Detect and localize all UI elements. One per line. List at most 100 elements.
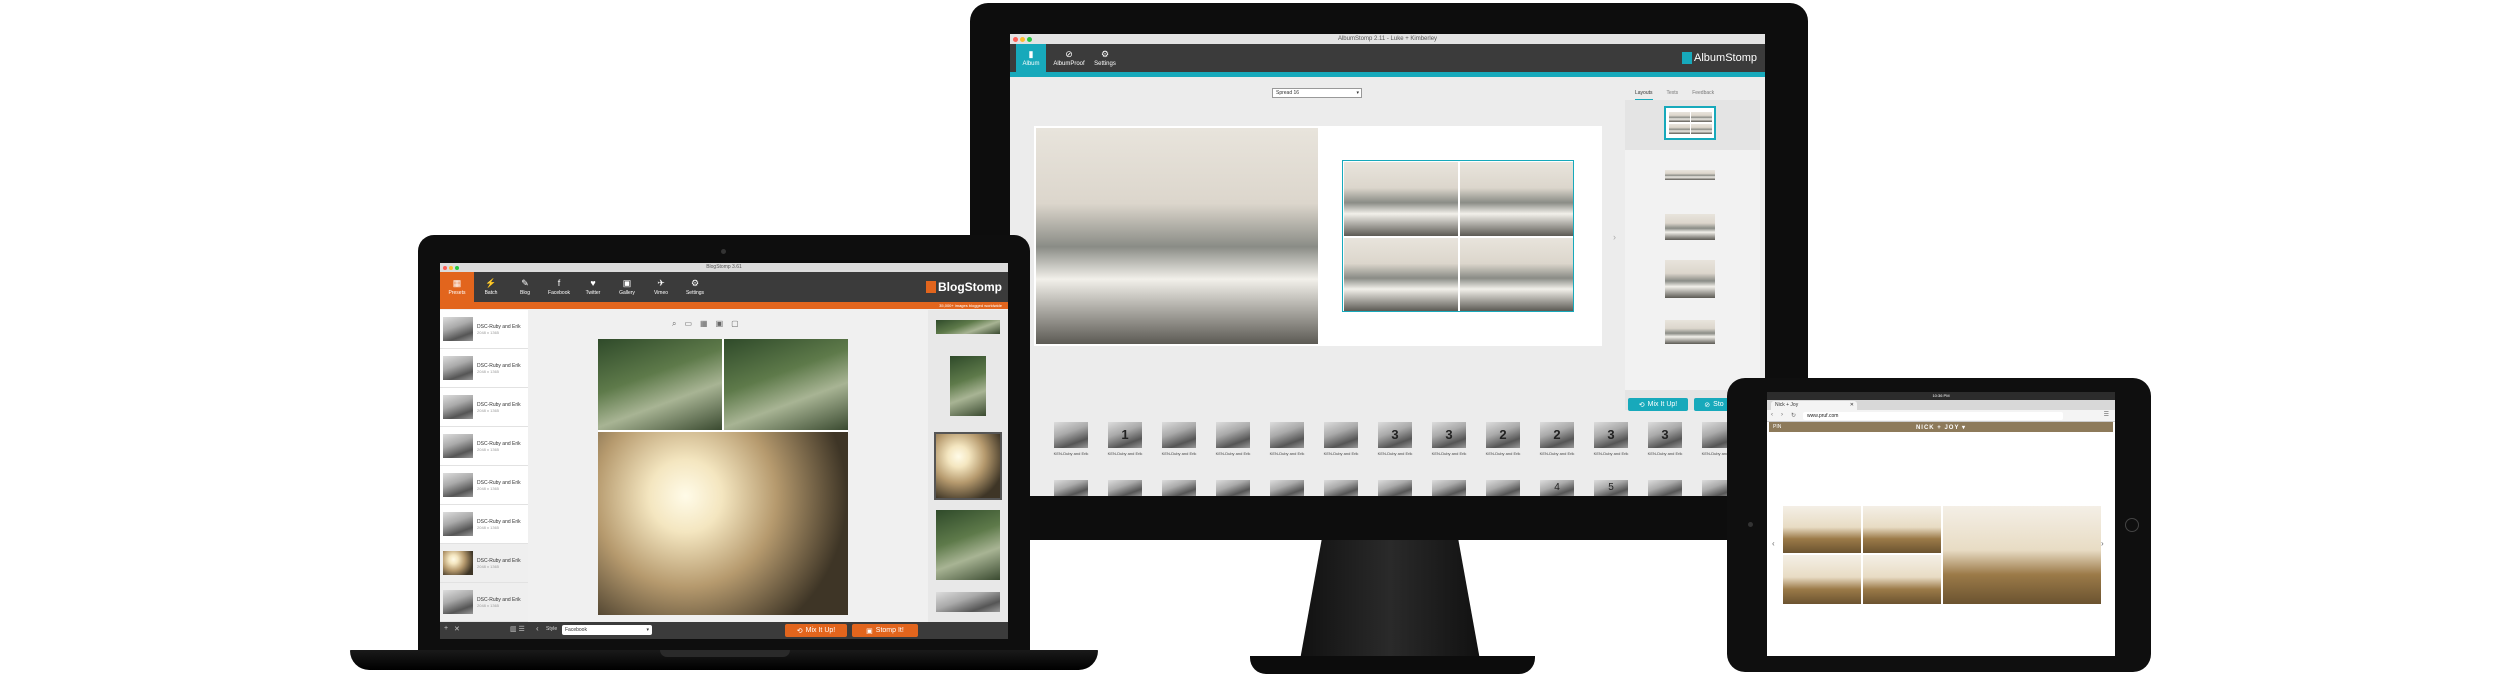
toolbar-blog-button[interactable]: ✎ Blog bbox=[508, 272, 542, 302]
back-icon[interactable]: ‹ bbox=[1771, 412, 1773, 418]
toolbar-gallery-button[interactable]: ▣ Gallery bbox=[610, 272, 644, 302]
toolbar-album-button[interactable]: ▮ Album bbox=[1016, 44, 1046, 72]
filmstrip-thumb[interactable] bbox=[1216, 480, 1250, 496]
toolbar-settings-button[interactable]: ⚙ Settings bbox=[678, 272, 712, 302]
site-title[interactable]: NICK + JOY ▾ bbox=[1769, 424, 2113, 431]
url-field[interactable]: www.pruf.com bbox=[1803, 412, 2063, 420]
filmstrip-item[interactable]: 3 KEN-Duby and Erik bbox=[1588, 422, 1634, 462]
grid-photo[interactable] bbox=[1344, 162, 1458, 236]
close-icon[interactable]: ✕ bbox=[1850, 401, 1854, 410]
layout-thumb[interactable] bbox=[1665, 214, 1715, 240]
list-item[interactable]: DSC-Ruby and Erik 2048 x 1365 bbox=[440, 310, 528, 349]
preview-icon[interactable]: ▢ bbox=[731, 319, 739, 329]
filmstrip-thumb[interactable] bbox=[1324, 480, 1358, 496]
browser-tab[interactable]: Nick + Joy ✕ bbox=[1771, 401, 1857, 410]
collage-photo[interactable] bbox=[598, 339, 722, 430]
filmstrip-thumb[interactable]: 5 bbox=[1594, 480, 1628, 496]
filmstrip-item[interactable]: 2 KEN-Duby and Erik bbox=[1534, 422, 1580, 462]
tab-layouts[interactable]: Layouts bbox=[1635, 90, 1653, 100]
filmstrip-item[interactable]: KEN-Duby and Erik bbox=[1048, 422, 1094, 462]
grid-photo[interactable] bbox=[1344, 238, 1458, 311]
filmstrip-item[interactable]: KEN-Duby and Erik bbox=[1264, 422, 1310, 462]
chevron-left-icon[interactable]: ‹ bbox=[1772, 539, 1775, 548]
blog-icon: ✎ bbox=[521, 277, 529, 288]
layout-thumb-selected[interactable] bbox=[934, 432, 1002, 500]
filmstrip-thumb[interactable] bbox=[1270, 480, 1304, 496]
toolbar-albumproof-button[interactable]: ⊘ AlbumProof bbox=[1052, 44, 1086, 72]
layout-thumb[interactable] bbox=[936, 592, 1000, 612]
zoom-icon[interactable]: ⌕ bbox=[672, 319, 676, 329]
spread-right-grid[interactable] bbox=[1342, 160, 1574, 312]
layout-thumb-selected[interactable] bbox=[1664, 106, 1716, 140]
filmstrip-item[interactable]: KEN-Duby and Erik bbox=[1156, 422, 1202, 462]
tab-texts[interactable]: Texts bbox=[1667, 90, 1679, 100]
collage-photo[interactable] bbox=[598, 432, 848, 615]
filmstrip-item[interactable]: KEN-Duby and Erik bbox=[1318, 422, 1364, 462]
filmstrip-thumb[interactable] bbox=[1648, 480, 1682, 496]
image-icon[interactable]: ▣ bbox=[716, 319, 724, 329]
view-icon[interactable]: ▥ ☰ bbox=[510, 625, 525, 633]
toolbar-batch-button[interactable]: ⚡ Batch bbox=[474, 272, 508, 302]
crop-icon[interactable]: ▭ bbox=[684, 319, 692, 329]
filmstrip-thumb: 2 bbox=[1486, 422, 1520, 448]
toolbar-facebook-button[interactable]: f Facebook bbox=[542, 272, 576, 302]
filmstrip-thumb[interactable]: 4 bbox=[1540, 480, 1574, 496]
toolbar-twitter-button[interactable]: ♥ Twitter bbox=[576, 272, 610, 302]
reload-icon[interactable]: ↻ bbox=[1791, 412, 1796, 419]
toolbar-vimeo-button[interactable]: ✈ Vimeo bbox=[644, 272, 678, 302]
list-item[interactable]: DSC-Ruby and Erik 2048 x 1365 bbox=[440, 427, 528, 466]
home-button[interactable] bbox=[2125, 518, 2139, 532]
chevron-right-icon[interactable]: › bbox=[1613, 232, 1616, 242]
layout-thumb[interactable] bbox=[1665, 320, 1715, 344]
tab-feedback[interactable]: Feedback bbox=[1692, 90, 1714, 100]
add-icon[interactable]: + bbox=[444, 625, 448, 632]
list-item[interactable]: DSC-Ruby and Erik 2048 x 1365 bbox=[440, 349, 528, 388]
chevron-left-icon[interactable]: ‹ bbox=[536, 624, 539, 633]
filmstrip-item[interactable]: 3 KEN-Duby and Erik bbox=[1642, 422, 1688, 462]
stomp-it-button[interactable]: ▣ Stomp It! bbox=[852, 624, 918, 637]
list-item[interactable]: DSC-Ruby and Erik 2048 x 1365 bbox=[440, 466, 528, 505]
filmstrip-caption: KEN-Duby and Erik bbox=[1215, 451, 1251, 456]
filmstrip-item[interactable]: 3 KEN-Duby and Erik bbox=[1372, 422, 1418, 462]
spread-left-photo[interactable] bbox=[1036, 128, 1318, 344]
grid-photo[interactable] bbox=[1460, 238, 1573, 311]
menu-icon[interactable]: ☰ bbox=[2104, 411, 2109, 418]
toolbar-settings-button[interactable]: ⚙ Settings bbox=[1090, 44, 1120, 72]
layout-thumb[interactable] bbox=[936, 320, 1000, 334]
grid-photo[interactable] bbox=[1460, 162, 1573, 236]
forward-icon[interactable]: › bbox=[1781, 412, 1783, 418]
layout-icon[interactable]: ▦ bbox=[700, 319, 708, 329]
mix-it-up-button[interactable]: ⟲ Mix It Up! bbox=[785, 624, 847, 637]
filmstrip-thumb[interactable] bbox=[1108, 480, 1142, 496]
filmstrip-item[interactable]: 2 KEN-Duby and Erik bbox=[1480, 422, 1526, 462]
filmstrip-thumb[interactable] bbox=[1162, 480, 1196, 496]
filmstrip-thumb[interactable] bbox=[1054, 480, 1088, 496]
collage-photo[interactable] bbox=[724, 339, 848, 430]
filmstrip-item[interactable]: 1 KEN-Duby and Erik bbox=[1102, 422, 1148, 462]
mix-it-up-button[interactable]: ⟲ Mix It Up! bbox=[1628, 398, 1688, 411]
layout-thumb[interactable] bbox=[950, 356, 986, 416]
gallery-photo-large[interactable] bbox=[1943, 506, 2101, 604]
filmstrip-item[interactable]: KEN-Duby and Erik bbox=[1210, 422, 1256, 462]
gallery-photo[interactable] bbox=[1863, 555, 1941, 604]
filmstrip-thumb[interactable] bbox=[1486, 480, 1520, 496]
style-select[interactable]: Facebook ▾ bbox=[562, 625, 652, 635]
filmstrip-thumb[interactable] bbox=[1432, 480, 1466, 496]
filmstrip-thumb[interactable] bbox=[1378, 480, 1412, 496]
chevron-right-icon[interactable]: › bbox=[2101, 539, 2104, 548]
gallery-photo[interactable] bbox=[1783, 555, 1861, 604]
gallery-photo[interactable] bbox=[1783, 506, 1861, 553]
list-item[interactable]: DSC-Ruby and Erik 2048 x 1365 bbox=[440, 583, 528, 622]
proof-icon: ⊘ bbox=[1065, 48, 1073, 59]
list-item[interactable]: DSC-Ruby and Erik 2048 x 1365 bbox=[440, 388, 528, 427]
list-item[interactable]: DSC-Ruby and Erik 2048 x 1365 bbox=[440, 544, 528, 583]
layout-thumb[interactable] bbox=[1665, 170, 1715, 180]
filmstrip-item[interactable]: 3 KEN-Duby and Erik bbox=[1426, 422, 1472, 462]
gallery-photo[interactable] bbox=[1863, 506, 1941, 553]
toolbar-presets-button[interactable]: ▦ Presets bbox=[440, 272, 474, 302]
remove-icon[interactable]: ✕ bbox=[454, 625, 460, 633]
list-item[interactable]: DSC-Ruby and Erik 2048 x 1365 bbox=[440, 505, 528, 544]
spread-select[interactable]: Spread 16 ▾ bbox=[1272, 88, 1362, 98]
layout-thumb[interactable] bbox=[936, 510, 1000, 580]
layout-thumb[interactable] bbox=[1665, 260, 1715, 298]
